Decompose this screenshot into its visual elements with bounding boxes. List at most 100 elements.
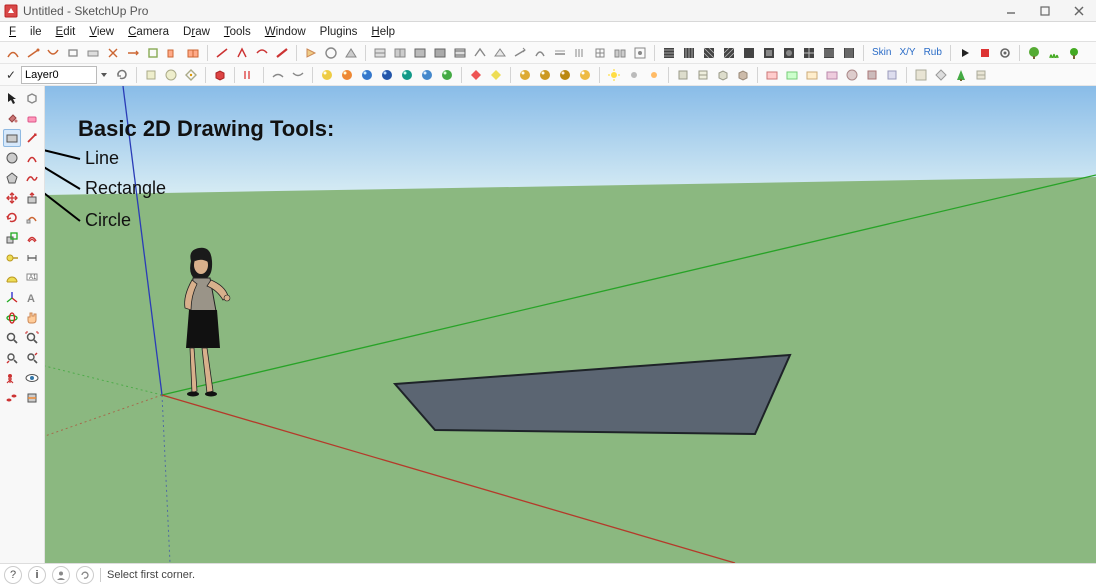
tb1-hatch-2[interactable] <box>680 44 698 62</box>
select-tool[interactable] <box>3 89 21 107</box>
tb2-sphere-blue3[interactable] <box>418 66 436 84</box>
freehand-tool[interactable] <box>23 169 41 187</box>
tb1-btn-16[interactable] <box>322 44 340 62</box>
tb1-btn-9[interactable] <box>164 44 182 62</box>
tb1-btn-5[interactable] <box>84 44 102 62</box>
tb2-sphere-gold2[interactable] <box>536 66 554 84</box>
tb1-hatch-8[interactable] <box>800 44 818 62</box>
tb1-btn-20[interactable] <box>411 44 429 62</box>
tb1-btn-24[interactable] <box>491 44 509 62</box>
tb2-diamond-red[interactable] <box>467 66 485 84</box>
pan-tool[interactable] <box>23 309 41 327</box>
line-tool[interactable] <box>23 129 41 147</box>
tb1-btn-14[interactable] <box>273 44 291 62</box>
tb1-btn-25[interactable] <box>511 44 529 62</box>
menu-draw[interactable]: Draw <box>176 24 217 40</box>
paintbucket-tool[interactable] <box>3 109 21 127</box>
menu-edit[interactable]: Edit <box>49 24 83 40</box>
tb2-sun-yellow[interactable] <box>605 66 623 84</box>
tb1-hatch-4[interactable] <box>720 44 738 62</box>
tb2-sun-grey[interactable] <box>625 66 643 84</box>
3dtext-tool[interactable]: A <box>23 289 41 307</box>
tb2-sphere-teal[interactable] <box>398 66 416 84</box>
tb2-btn-1[interactable] <box>142 66 160 84</box>
tb1-btn-13[interactable] <box>253 44 271 62</box>
tb1-btn-3[interactable] <box>44 44 62 62</box>
close-button[interactable] <box>1062 1 1096 21</box>
tb2-sphere-gold1[interactable] <box>516 66 534 84</box>
tb1-btn-29[interactable] <box>591 44 609 62</box>
menu-help[interactable]: Help <box>364 24 402 40</box>
tb2-btn-6[interactable] <box>289 66 307 84</box>
tb2-diamond-yellow[interactable] <box>487 66 505 84</box>
tb1-btn-21[interactable] <box>431 44 449 62</box>
tb1-grass-button[interactable] <box>1045 44 1063 62</box>
rotate-tool[interactable] <box>3 209 21 227</box>
tb1-btn-4[interactable] <box>64 44 82 62</box>
tb1-hatch-10[interactable] <box>840 44 858 62</box>
move-tool[interactable] <box>3 189 21 207</box>
component-tool[interactable] <box>23 89 41 107</box>
tb2-sphere-blue2[interactable] <box>378 66 396 84</box>
tb1-btn-23[interactable] <box>471 44 489 62</box>
tb1-btn-26[interactable] <box>531 44 549 62</box>
tb1-play-button[interactable] <box>956 44 974 62</box>
walk-tool[interactable] <box>3 389 21 407</box>
menu-file[interactable]: File <box>2 24 49 40</box>
orbit-tool[interactable] <box>3 309 21 327</box>
tb2-box-4[interactable] <box>734 66 752 84</box>
tb2-end-3[interactable] <box>952 66 970 84</box>
minimize-button[interactable] <box>994 1 1028 21</box>
tb2-sphere-blue1[interactable] <box>358 66 376 84</box>
arc-tool[interactable] <box>23 149 41 167</box>
tb1-btn-18[interactable] <box>371 44 389 62</box>
tb1-btn-15[interactable] <box>302 44 320 62</box>
tb1-btn-27[interactable] <box>551 44 569 62</box>
tb1-link-skin[interactable]: Skin <box>869 47 894 58</box>
tb1-btn-12[interactable] <box>233 44 251 62</box>
menu-camera[interactable]: Camera <box>121 24 176 40</box>
tb2-misc-4[interactable] <box>823 66 841 84</box>
tb2-misc-3[interactable] <box>803 66 821 84</box>
tb1-gear-button[interactable] <box>996 44 1014 62</box>
tb1-btn-19[interactable] <box>391 44 409 62</box>
dimension-tool[interactable] <box>23 249 41 267</box>
tb2-sun-warm[interactable] <box>645 66 663 84</box>
tb1-hatch-1[interactable] <box>660 44 678 62</box>
tb1-btn-6[interactable] <box>104 44 122 62</box>
tb2-misc-2[interactable] <box>783 66 801 84</box>
tb1-btn-8[interactable] <box>144 44 162 62</box>
status-sync-button[interactable] <box>76 566 94 584</box>
tb1-btn-31[interactable] <box>631 44 649 62</box>
tb1-hatch-5[interactable] <box>740 44 758 62</box>
tb1-btn-1[interactable] <box>4 44 22 62</box>
pushpull-tool[interactable] <box>23 189 41 207</box>
circle-tool[interactable] <box>3 149 21 167</box>
layer-selector[interactable]: ✓ <box>4 66 111 84</box>
tb2-refresh-icon[interactable] <box>113 66 131 84</box>
tb1-stop-button[interactable] <box>976 44 994 62</box>
tb2-misc-1[interactable] <box>763 66 781 84</box>
tb2-box-2[interactable] <box>694 66 712 84</box>
status-help-button[interactable]: ? <box>4 566 22 584</box>
tb2-btn-4[interactable] <box>240 66 258 84</box>
status-info-button[interactable]: i <box>28 566 46 584</box>
tb2-sphere-gold3[interactable] <box>556 66 574 84</box>
tb2-red-cube[interactable] <box>211 66 229 84</box>
tb1-hatch-3[interactable] <box>700 44 718 62</box>
tb2-misc-7[interactable] <box>883 66 901 84</box>
followme-tool[interactable] <box>23 209 41 227</box>
status-user-button[interactable] <box>52 566 70 584</box>
tb1-hatch-7[interactable] <box>780 44 798 62</box>
rectangle-tool[interactable] <box>3 129 21 147</box>
tb2-box-1[interactable] <box>674 66 692 84</box>
menu-tools[interactable]: Tools <box>217 24 258 40</box>
polygon-tool[interactable] <box>3 169 21 187</box>
tb1-btn-7[interactable] <box>124 44 142 62</box>
position-camera-tool[interactable] <box>3 369 21 387</box>
axes-tool[interactable] <box>3 289 21 307</box>
lookaround-tool[interactable] <box>23 369 41 387</box>
zoom-tool[interactable] <box>3 329 21 347</box>
prev-tool[interactable] <box>3 349 21 367</box>
menu-plugins[interactable]: Plugins <box>313 24 365 40</box>
